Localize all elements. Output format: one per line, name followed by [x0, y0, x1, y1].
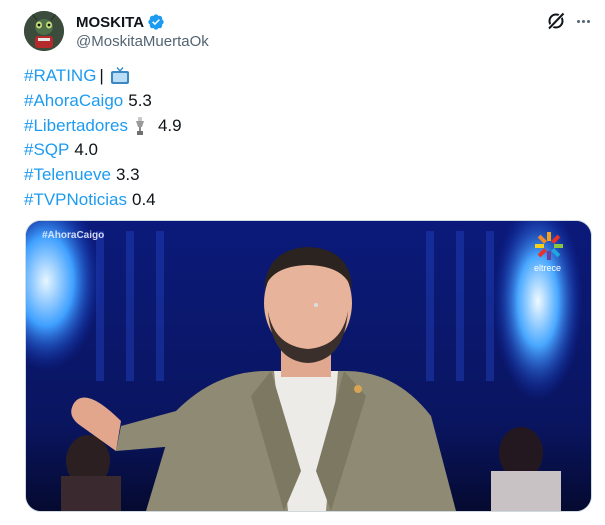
hashtag-link[interactable]: #AhoraCaigo [24, 89, 123, 114]
tweet-line: #AhoraCaigo 5.3 [24, 89, 182, 114]
tweet-text: #RATING | #AhoraCaigo 5.3 #Libertadores [24, 64, 182, 213]
rating-value: 4.0 [74, 140, 98, 160]
tweet-line: #Telenueve 3.3 [24, 163, 182, 188]
media-overlay-hashtag: #AhoraCaigo [42, 230, 105, 241]
tweet[interactable]: MOSKITA @MoskitaMuertaOk #RATING | #Ahor… [0, 0, 605, 525]
tweet-line: #TVPNoticias 0.4 [24, 188, 182, 213]
more-options-icon[interactable] [573, 11, 593, 31]
separator-text: | [99, 66, 104, 85]
hashtag-link[interactable]: #SQP [24, 138, 69, 163]
author-name-row[interactable]: MOSKITA [76, 13, 165, 31]
verified-badge-icon [147, 13, 165, 31]
tweet-line: #Libertadores 4.9 [24, 114, 182, 139]
author-handle[interactable]: @MoskitaMuertaOk [76, 33, 209, 50]
channel-logo-icon [535, 232, 563, 260]
channel-logo-text: eltrece [534, 263, 562, 273]
tweet-line: #RATING | [24, 64, 182, 89]
television-emoji [110, 67, 130, 85]
hashtag-link[interactable]: #TVPNoticias [24, 188, 127, 213]
author-display-name[interactable]: MOSKITA [76, 14, 144, 31]
avatar[interactable] [24, 11, 64, 51]
hashtag-link[interactable]: #Libertadores [24, 114, 128, 139]
tweet-media-image[interactable]: #AhoraCaigo eltrece [25, 220, 592, 512]
rating-value: 0.4 [131, 189, 156, 209]
rating-value: 3.3 [115, 165, 140, 185]
hashtag-link[interactable]: #Telenueve [24, 163, 111, 188]
hashtag-link[interactable]: #RATING [24, 64, 96, 89]
rating-value: 5.3 [128, 90, 152, 110]
tweet-line: #SQP 4.0 [24, 138, 182, 163]
trophy-emoji [134, 116, 146, 136]
grok-icon[interactable] [546, 11, 566, 31]
rating-value: 4.9 [157, 115, 182, 135]
